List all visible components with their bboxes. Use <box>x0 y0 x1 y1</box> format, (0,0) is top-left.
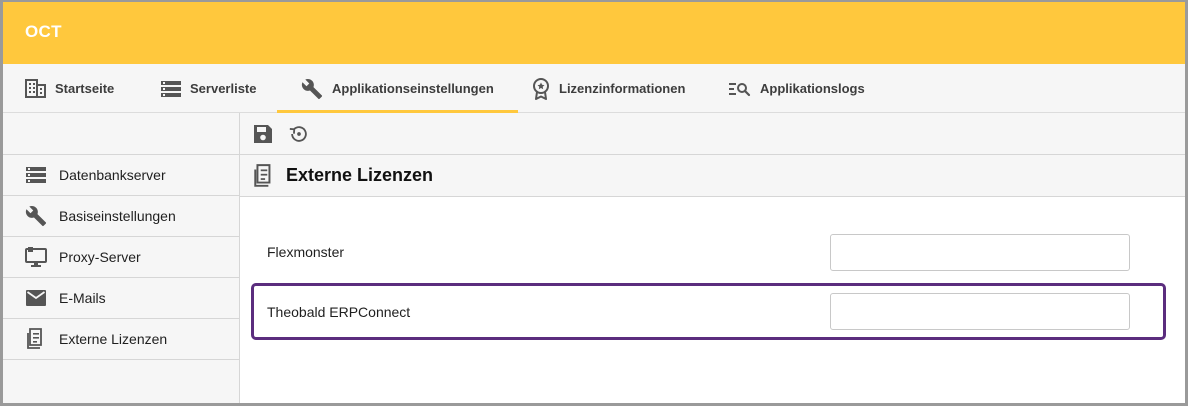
wrench-icon <box>25 205 47 227</box>
field-row-theobald-erpconnect: Theobald ERPConnect <box>251 283 1166 340</box>
license-document-icon <box>25 328 47 350</box>
building-icon <box>25 79 46 98</box>
monitor-icon <box>25 246 47 268</box>
sidebar: Datenbankserver Basiseinstellungen Proxy… <box>3 113 240 403</box>
sidebar-item-label: E-Mails <box>59 290 106 306</box>
sidebar-item-label: Basiseinstellungen <box>59 208 176 224</box>
field-label: Theobald ERPConnect <box>267 303 411 320</box>
tab-label: Startseite <box>55 81 115 96</box>
server-list-icon <box>161 80 181 97</box>
field-row-flexmonster: Flexmonster <box>251 224 1166 280</box>
sidebar-item-externe-lizenzen[interactable]: Externe Lizenzen <box>3 319 239 360</box>
main-tabs: Startseite Serverliste Applikationseinst… <box>3 64 1185 113</box>
tab-label: Lizenzinformationen <box>559 81 686 96</box>
reset-button[interactable] <box>287 122 311 146</box>
tab-applikationslogs[interactable]: Applikationslogs <box>729 64 865 113</box>
sidebar-item-e-mails[interactable]: E-Mails <box>3 278 239 319</box>
wrench-icon <box>301 78 323 99</box>
field-label: Flexmonster <box>267 244 345 260</box>
toolbar <box>240 113 1185 155</box>
tab-serverliste[interactable]: Serverliste <box>161 64 257 113</box>
tab-lizenzinformationen[interactable]: Lizenzinformationen <box>532 64 685 113</box>
sidebar-item-label: Datenbankserver <box>59 167 166 183</box>
sidebar-item-datenbankserver[interactable]: Datenbankserver <box>3 155 239 196</box>
flexmonster-license-input[interactable] <box>830 233 1130 271</box>
save-icon <box>254 124 272 143</box>
theobald-erpconnect-license-input[interactable] <box>830 293 1130 330</box>
license-document-icon <box>254 163 274 188</box>
main-content: Externe Lizenzen Flexmonster Theobald ER… <box>240 113 1185 403</box>
list-search-icon <box>729 82 751 96</box>
tab-label: Applikationslogs <box>760 81 865 96</box>
tab-applikationseinstellungen[interactable]: Applikationseinstellungen <box>277 64 518 113</box>
app-header: OCT <box>3 2 1185 64</box>
award-badge-icon <box>533 77 549 100</box>
section-header: Externe Lizenzen <box>240 155 1185 197</box>
sidebar-item-label: Proxy-Server <box>59 249 141 265</box>
sidebar-item-basiseinstellungen[interactable]: Basiseinstellungen <box>3 196 239 237</box>
save-button[interactable] <box>251 122 275 146</box>
tab-label: Applikationseinstellungen <box>332 81 494 96</box>
sidebar-item-proxy-server[interactable]: Proxy-Server <box>3 237 239 278</box>
history-icon <box>289 125 307 142</box>
section-title: Externe Lizenzen <box>286 165 434 185</box>
sidebar-item-label: Externe Lizenzen <box>59 331 168 347</box>
envelope-icon <box>25 287 47 309</box>
tab-label: Serverliste <box>190 81 257 96</box>
sidebar-spacer <box>3 113 239 155</box>
app-window: OCT Startseite Serverliste Applikationse… <box>0 0 1188 406</box>
server-list-icon <box>25 164 47 186</box>
app-title: OCT <box>25 22 62 41</box>
tab-startseite[interactable]: Startseite <box>25 64 114 113</box>
